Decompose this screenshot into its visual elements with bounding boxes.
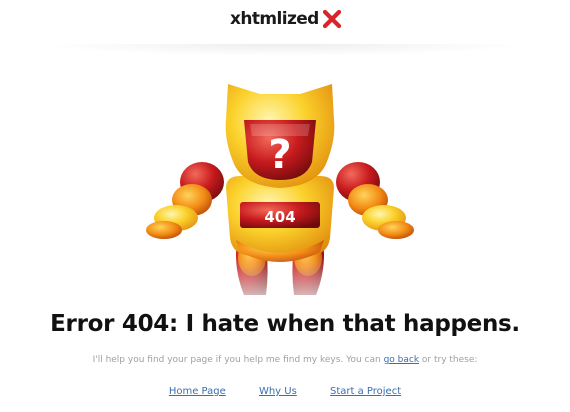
suggested-links: Home Page Why Us Start a Project [0, 386, 570, 397]
help-text: I'll help you find your page if you help… [0, 355, 570, 365]
x-mark-icon [322, 9, 341, 29]
home-page-link[interactable]: Home Page [169, 386, 226, 397]
robot-mascot-illustration: 404 ? [140, 84, 420, 312]
page-title: Error 404: I hate when that happens. [50, 311, 520, 337]
start-a-project-link[interactable]: Start a Project [330, 386, 401, 397]
robot-right-arm [336, 162, 414, 239]
robot-question-mark: ? [268, 132, 291, 178]
help-text-before: I'll help you find your page if you help… [92, 355, 381, 365]
site-header: xhtmlized [0, 0, 570, 56]
robot-left-arm [146, 162, 224, 239]
go-back-link[interactable]: go back [384, 355, 419, 365]
robot-head: ? [225, 84, 335, 188]
why-us-link[interactable]: Why Us [259, 386, 297, 397]
help-text-after: or try these: [421, 355, 478, 365]
robot-badge-text: 404 [264, 208, 295, 226]
logo[interactable]: xhtmlized [230, 9, 342, 29]
robot-body: 404 [226, 176, 334, 262]
header-shadow [40, 44, 530, 56]
logo-text: xhtmlized [230, 9, 319, 29]
